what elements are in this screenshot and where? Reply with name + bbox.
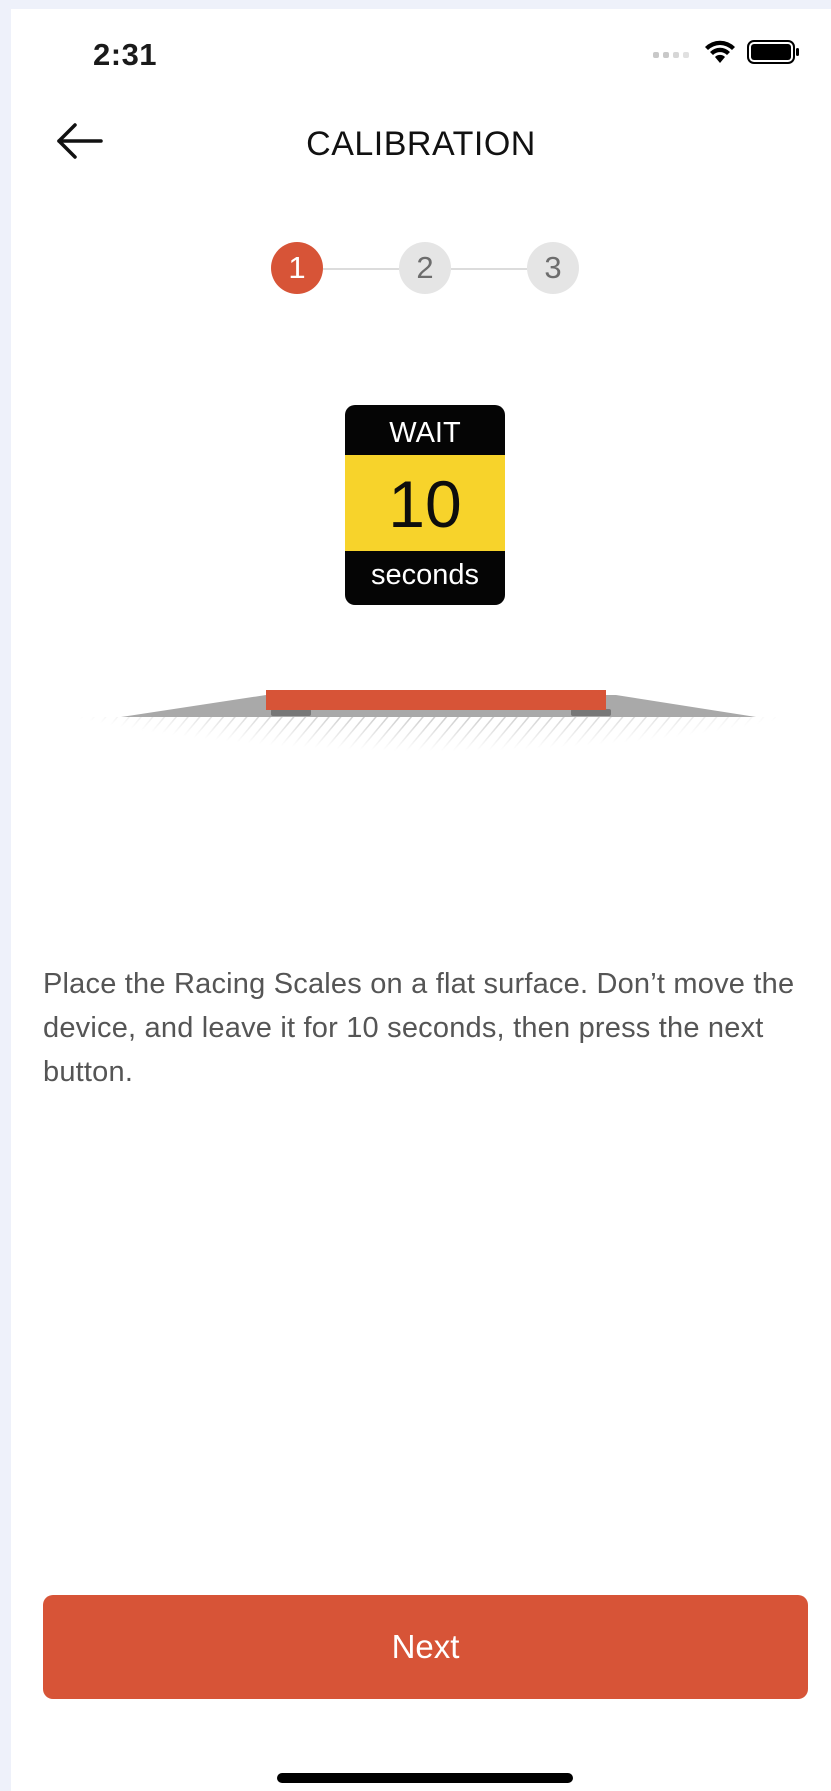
wait-unit: seconds: [370, 559, 479, 591]
step-3: 3: [527, 242, 579, 294]
flat-surface: [76, 717, 786, 778]
next-button[interactable]: Next: [43, 1595, 808, 1699]
step-indicator: 1 2 3: [271, 242, 591, 296]
wifi-icon: [705, 40, 735, 63]
step-1: 1: [271, 242, 323, 294]
app-screen: 2:31 CALIBRATION 1 2 3 WAIT 10 seconds P…: [11, 9, 831, 1791]
step-connector: [451, 268, 527, 270]
scale-feet-left: [271, 709, 311, 716]
wait-seconds-value: 10: [345, 455, 505, 551]
status-time: 2:31: [93, 37, 158, 72]
page-title: CALIBRATION: [306, 125, 536, 163]
status-icons: [653, 39, 801, 65]
wait-label: WAIT: [389, 417, 461, 449]
signal-icon: [653, 52, 689, 58]
scale-top-plate: [266, 690, 606, 710]
scale-illustration: [76, 690, 786, 778]
scale-feet-right: [571, 709, 611, 716]
step-2: 2: [399, 242, 451, 294]
wait-sign: WAIT 10 seconds: [345, 405, 505, 605]
step-connector: [323, 268, 399, 270]
battery-icon: [747, 40, 799, 64]
home-indicator: [277, 1773, 573, 1783]
instruction-text: Place the Racing Scales on a flat surfac…: [43, 968, 795, 1088]
